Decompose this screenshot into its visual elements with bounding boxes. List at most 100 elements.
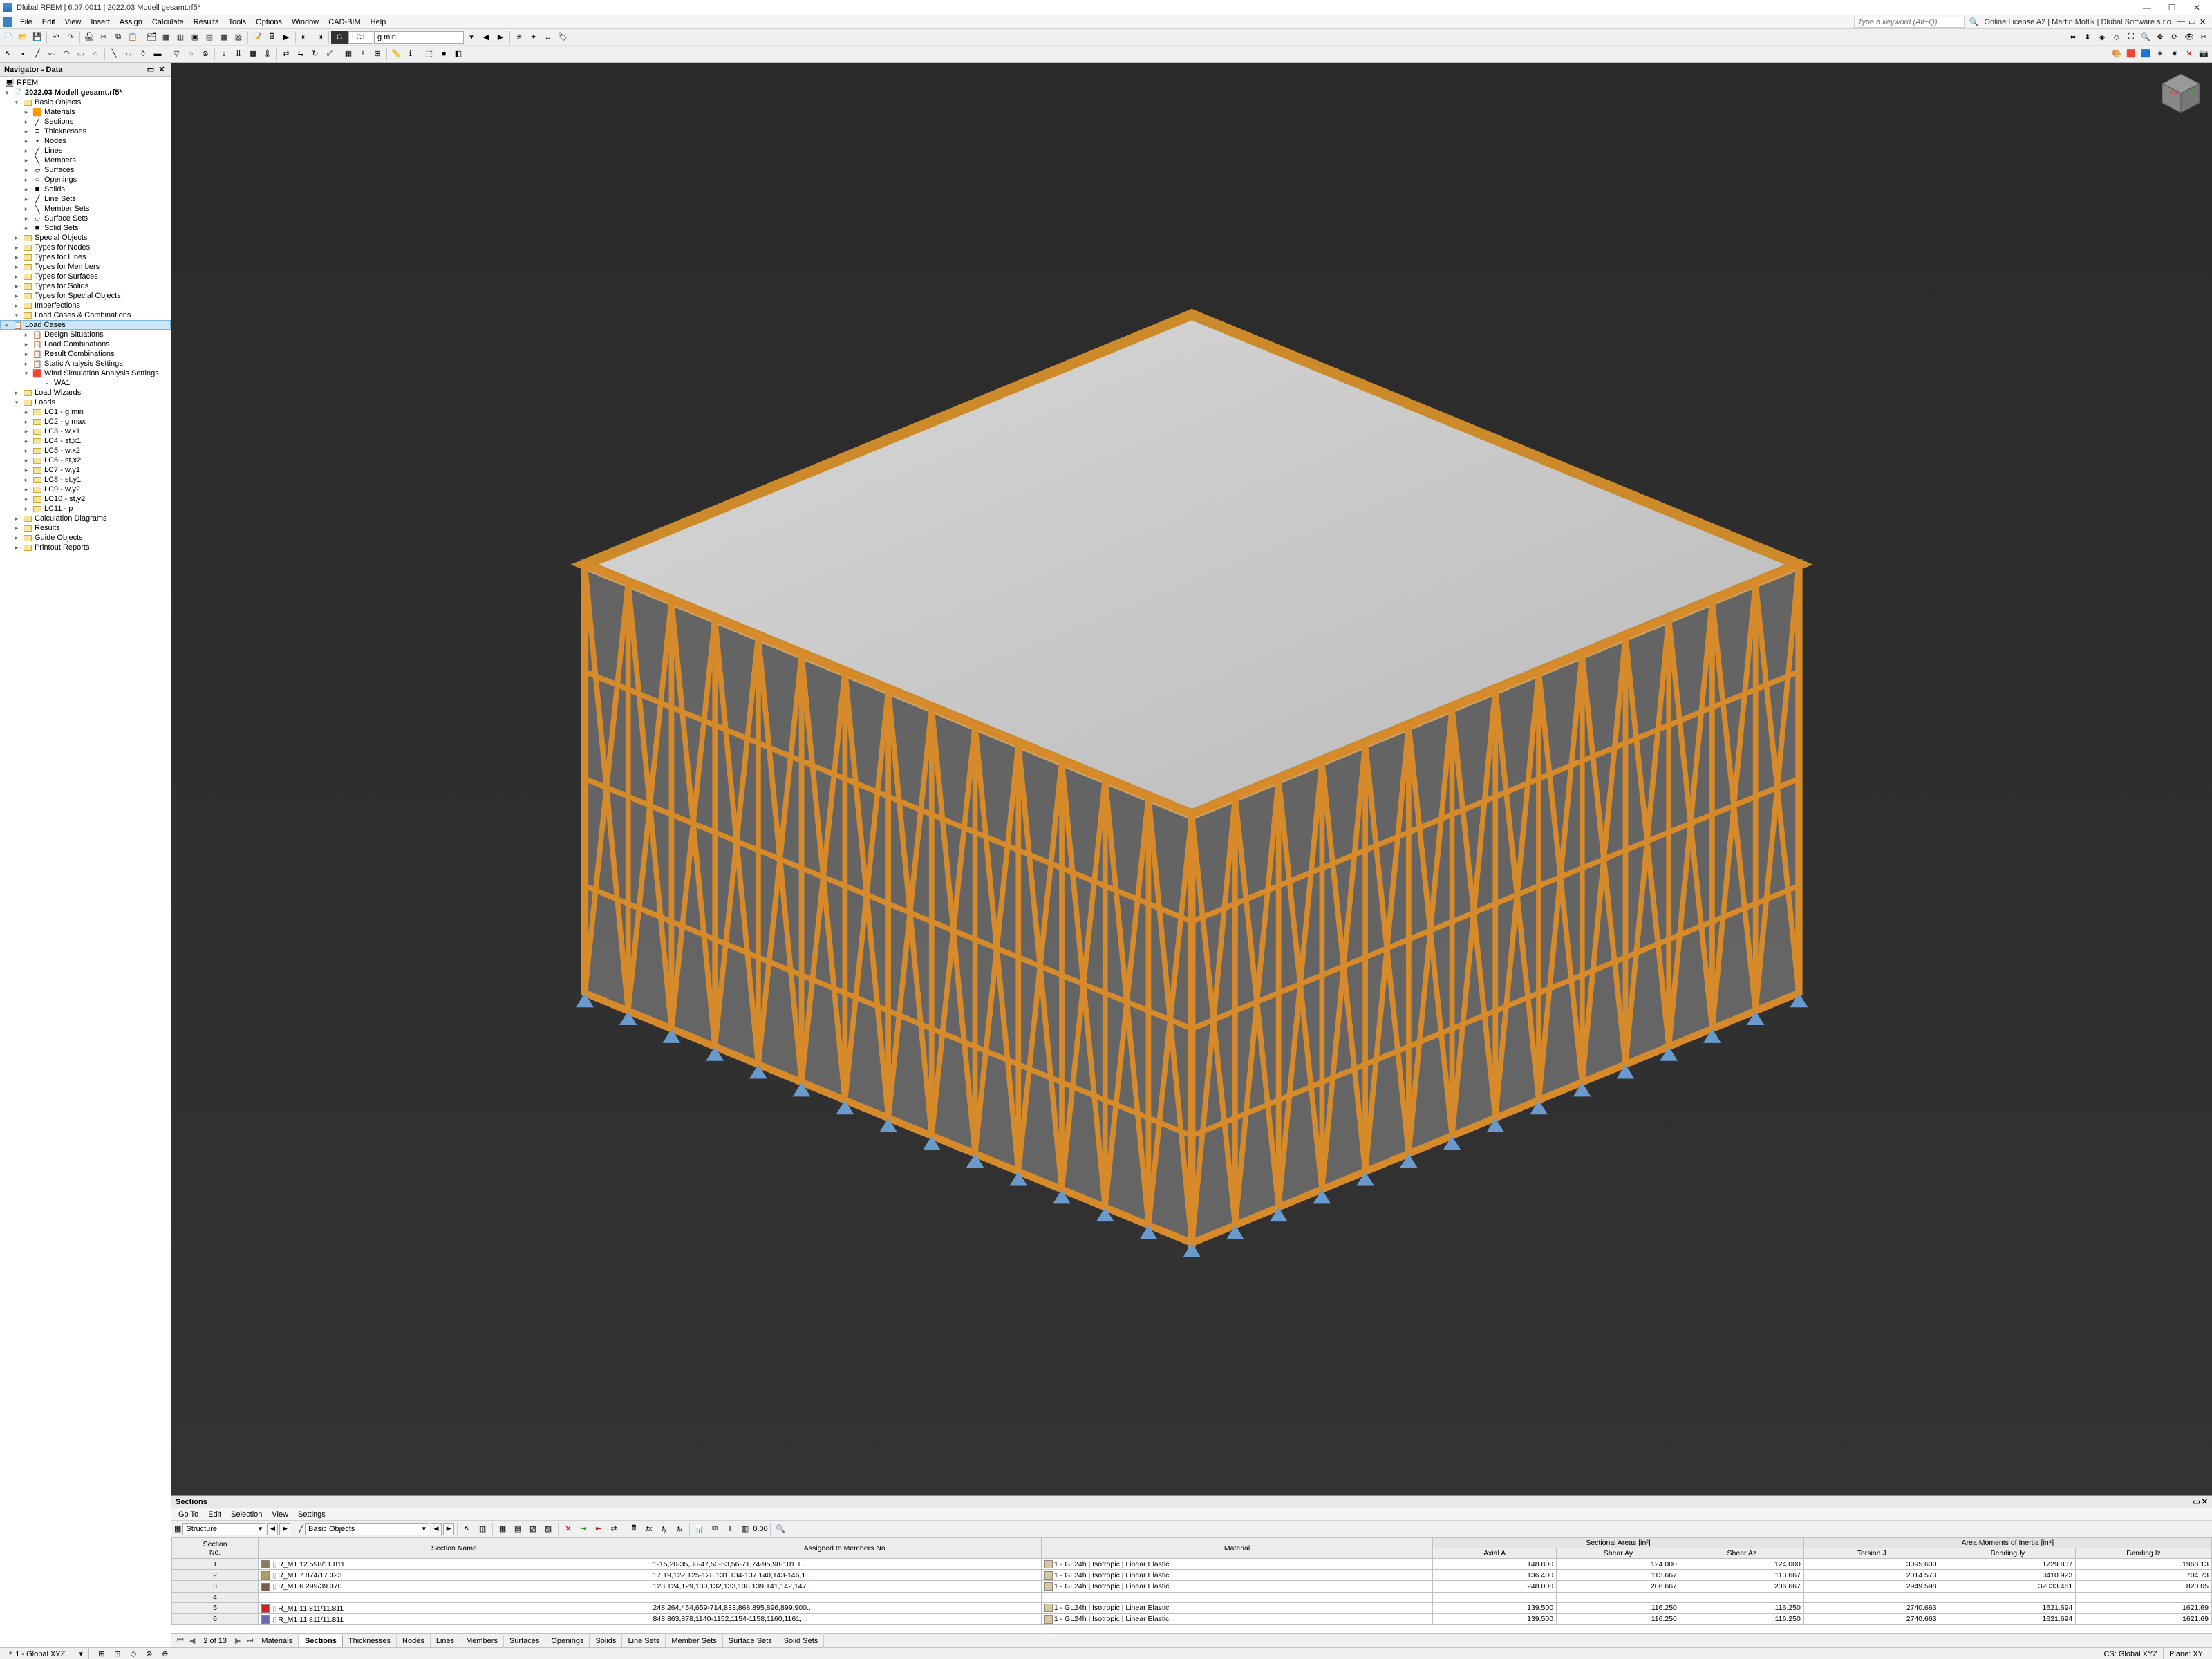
table-row[interactable]: 4 — [172, 1592, 2212, 1602]
sb-snap1[interactable]: ⊞ — [95, 1647, 109, 1659]
layout2-button[interactable]: ▦ — [217, 30, 231, 44]
line-button[interactable]: ╱ — [30, 47, 44, 61]
sections-menu-selection[interactable]: Selection — [227, 1510, 266, 1519]
structure-combo[interactable]: Structure▾ — [182, 1523, 265, 1535]
axis-y-button[interactable]: ⬍ — [2081, 30, 2094, 44]
tree-lc9---w-y2[interactable]: ▸LC9 - w,y2 — [0, 485, 171, 494]
iso2-button[interactable]: ◇ — [2110, 30, 2124, 44]
tree-loads[interactable]: ▾Loads — [0, 397, 171, 407]
tree-lc3---w-x1[interactable]: ▸LC3 - w,x1 — [0, 427, 171, 436]
color1-button[interactable]: 🎨 — [2110, 47, 2124, 61]
align-left-button[interactable]: ⇤ — [298, 30, 312, 44]
pan-button[interactable]: ✥ — [2153, 30, 2167, 44]
tab-nodes[interactable]: Nodes — [397, 1635, 431, 1647]
surface-button[interactable]: ▱ — [122, 47, 135, 61]
tree-guide-objects[interactable]: ▸Guide Objects — [0, 533, 171, 543]
menu-window[interactable]: Window — [287, 17, 324, 28]
table-row[interactable]: 3▯R_M1 6.299/39.370123,124,129,130,132,1… — [172, 1581, 2212, 1592]
navigator-button[interactable]: 🗂 — [144, 30, 158, 44]
menu-calculate[interactable]: Calculate — [147, 17, 189, 28]
navigator-close-button[interactable]: ✕ — [157, 65, 167, 75]
table-row[interactable]: 1▯R_M1 12.598/11.8111-15,20-35,38-47,50-… — [172, 1559, 2212, 1570]
tree-results[interactable]: ▸Results — [0, 523, 171, 533]
tree-thicknesses[interactable]: ▸≡Thicknesses — [0, 126, 171, 136]
undo-button[interactable]: ↶ — [49, 30, 63, 44]
menu-tools[interactable]: Tools — [223, 17, 251, 28]
basicobj-combo[interactable]: Basic Objects▾ — [305, 1523, 429, 1535]
camera-button[interactable]: 📷 — [2197, 47, 2211, 61]
view-cube[interactable]: +X -Y — [2157, 70, 2205, 118]
iso-button[interactable]: ◈ — [2095, 30, 2109, 44]
move-button[interactable]: ⇄ — [279, 47, 293, 61]
tb-calc[interactable]: 🖩 — [627, 1522, 641, 1536]
window-restore-icon[interactable]: ▭ — [2188, 17, 2198, 27]
tree-design-situations[interactable]: ▸📋Design Situations — [0, 330, 171, 339]
col-shear-az[interactable]: Shear Az — [1680, 1548, 1803, 1559]
sections-menu-edit[interactable]: Edit — [204, 1510, 225, 1519]
col-bending-iy[interactable]: Bending Iy — [1940, 1548, 2076, 1559]
extra2-button[interactable]: ✷ — [2168, 47, 2182, 61]
col-section-no[interactable]: Section No. — [172, 1538, 259, 1559]
tab-sections[interactable]: Sections — [299, 1635, 343, 1647]
mirror-button[interactable]: ⇋ — [294, 47, 308, 61]
node-button[interactable]: • — [16, 47, 30, 61]
tree-solid-sets[interactable]: ▸■Solid Sets — [0, 223, 171, 233]
col-section-name[interactable]: Section Name — [259, 1538, 650, 1559]
menu-file[interactable]: File — [15, 17, 37, 28]
ortho-button[interactable]: ⊞ — [371, 47, 384, 61]
render-shade-button[interactable]: ◧ — [451, 47, 465, 61]
tree-openings[interactable]: ▸○Openings — [0, 175, 171, 185]
sections-menu-view[interactable]: View — [268, 1510, 292, 1519]
load-line-button[interactable]: ⇊ — [232, 47, 245, 61]
tree-types-for-members[interactable]: ▸Types for Members — [0, 262, 171, 272]
tree-calculation-diagrams[interactable]: ▸Calculation Diagrams — [0, 514, 171, 523]
tree-nodes[interactable]: ▸•Nodes — [0, 136, 171, 146]
3d-viewport[interactable]: +X -Y — [171, 63, 2212, 1495]
select-button[interactable]: ↖ — [1, 47, 15, 61]
color2-button[interactable]: 🟥 — [2124, 47, 2138, 61]
tree-types-for-special-objects[interactable]: ▸Types for Special Objects — [0, 291, 171, 301]
tree-load-combinations[interactable]: ▸📋Load Combinations — [0, 339, 171, 349]
tb-c[interactable]: ▧ — [526, 1522, 540, 1536]
tab-solid-sets[interactable]: Solid Sets — [778, 1635, 825, 1647]
tb-num[interactable]: 0.00 — [753, 1522, 767, 1536]
tab-next[interactable]: ▶ — [232, 1636, 243, 1645]
tab-lines[interactable]: Lines — [431, 1635, 460, 1647]
tree-lc10---st-y2[interactable]: ▸LC10 - st,y2 — [0, 494, 171, 504]
paste-button[interactable]: 📋 — [126, 30, 140, 44]
tree-wind-simulation-analysis-settings[interactable]: ▾🟥Wind Simulation Analysis Settings — [0, 368, 171, 378]
table-row[interactable]: 6▯R_M1 11.811/11.811848,863,878,1140-115… — [172, 1613, 2212, 1624]
table-row[interactable]: 5▯R_M1 11.811/11.811248,264,454,659-714,… — [172, 1602, 2212, 1613]
maximize-button[interactable]: ☐ — [2159, 0, 2184, 15]
color3-button[interactable]: 🟦 — [2139, 47, 2153, 61]
tb-copy[interactable]: ⧉ — [708, 1522, 722, 1536]
support-button[interactable]: ▽ — [169, 47, 183, 61]
tb-excel[interactable]: 📊 — [693, 1522, 706, 1536]
tab-materials[interactable]: Materials — [256, 1635, 299, 1647]
snap-button[interactable]: ⌖ — [356, 47, 370, 61]
tb-units[interactable]: I — [723, 1522, 737, 1536]
tb-fx3[interactable]: fₓ — [673, 1522, 686, 1536]
grid-button[interactable]: ▦ — [341, 47, 355, 61]
tab-member-sets[interactable]: Member Sets — [666, 1635, 722, 1647]
rotate-button[interactable]: ⟳ — [2168, 30, 2182, 44]
basicobj-next[interactable]: ▶ — [443, 1523, 454, 1535]
clip-button[interactable]: ✂ — [2197, 30, 2211, 44]
tree-types-for-solids[interactable]: ▸Types for Solids — [0, 281, 171, 291]
copy-button[interactable]: ⧉ — [111, 30, 125, 44]
col-torsion[interactable]: Torsion J — [1803, 1548, 1940, 1559]
sb-snap5[interactable]: ⊕ — [158, 1647, 172, 1659]
window-close-icon[interactable]: ✕ — [2200, 17, 2209, 27]
dropdown-caret[interactable]: ▾ — [465, 30, 478, 44]
tree-surface-sets[interactable]: ▸▱Surface Sets — [0, 214, 171, 223]
axis-x-button[interactable]: ⬌ — [2066, 30, 2080, 44]
zoom-fit-button[interactable]: ⛶ — [2124, 30, 2138, 44]
tb-fx[interactable]: fx — [642, 1522, 656, 1536]
circle-button[interactable]: ○ — [88, 47, 102, 61]
structure-next[interactable]: ▶ — [279, 1523, 290, 1535]
tree-line-sets[interactable]: ▸╱Line Sets — [0, 194, 171, 204]
tab-line-sets[interactable]: Line Sets — [622, 1635, 666, 1647]
dimension-button[interactable]: ↔ — [541, 30, 555, 44]
menu-cad-bim[interactable]: CAD-BIM — [324, 17, 365, 28]
menu-view[interactable]: View — [60, 17, 86, 28]
